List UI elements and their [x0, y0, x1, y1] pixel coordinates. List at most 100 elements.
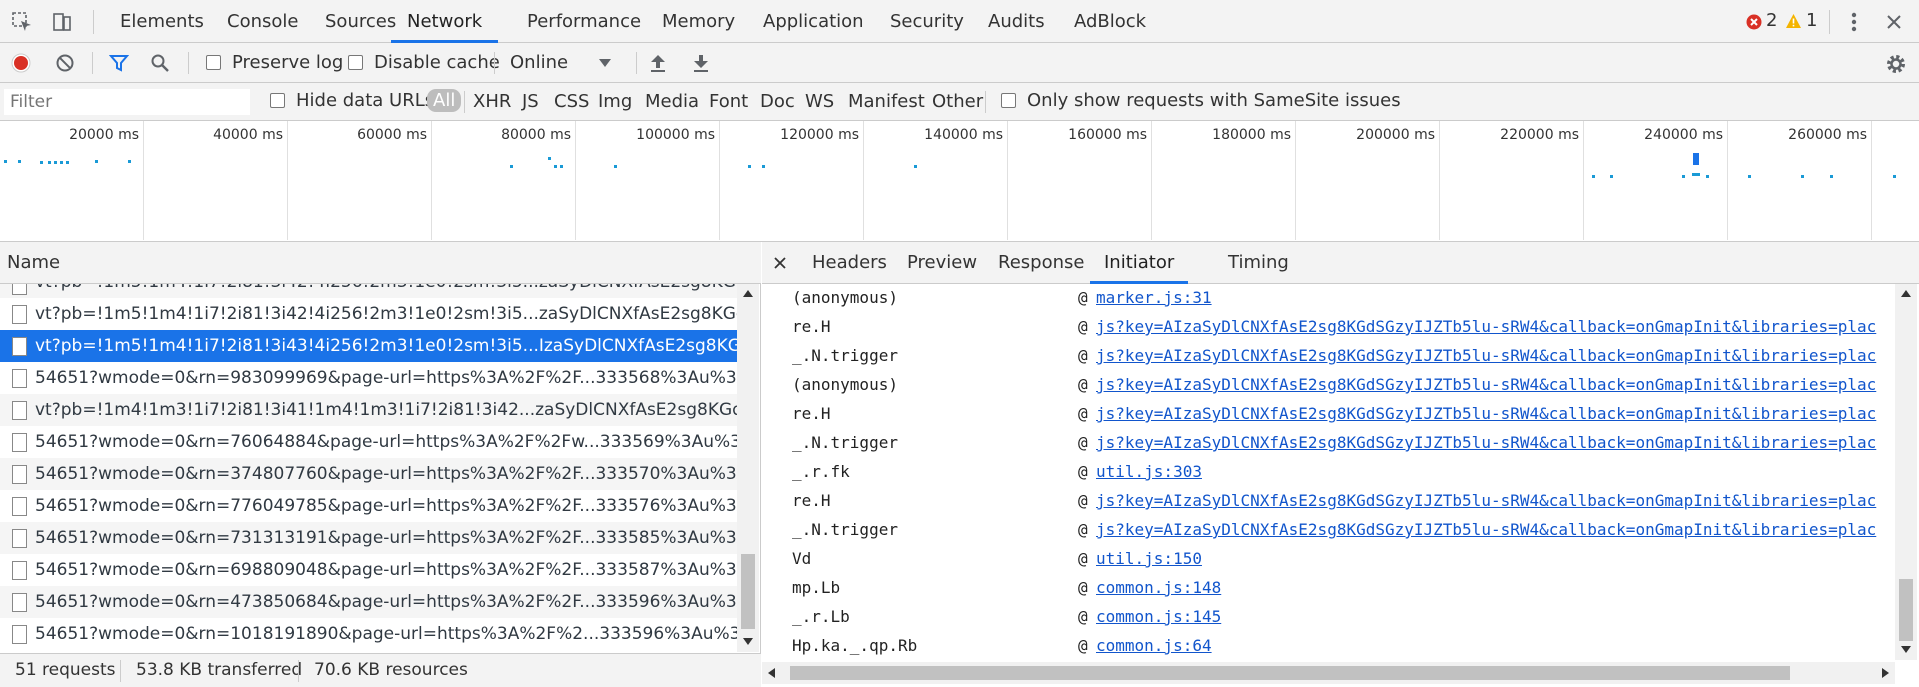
- scroll-down-icon[interactable]: [1900, 644, 1912, 654]
- scrollbar[interactable]: [1895, 284, 1917, 660]
- filter-type-all[interactable]: All: [427, 89, 462, 112]
- table-row-selected[interactable]: vt?pb=!1m5!1m4!1i7!2i81!3i43!4i256!2m3!1…: [0, 330, 737, 362]
- table-row[interactable]: 54651?wmode=0&rn=473850684&page-url=http…: [0, 586, 737, 618]
- tab-security[interactable]: Security: [890, 0, 964, 43]
- disable-cache-label[interactable]: Disable cache: [374, 52, 500, 73]
- frame-source-link[interactable]: util.js:150: [1096, 549, 1202, 568]
- scrollbar-thumb[interactable]: [741, 554, 755, 629]
- scroll-right-icon[interactable]: [1880, 668, 1890, 678]
- filter-type-xhr[interactable]: XHR: [473, 91, 511, 112]
- clear-icon[interactable]: [54, 52, 76, 74]
- column-header[interactable]: Name: [0, 242, 761, 284]
- inspect-element-icon[interactable]: [10, 10, 34, 34]
- frame-source-link[interactable]: js?key=AIzaSyDlCNXfAsE2sg8KGdSGzyIJZTb5l…: [1096, 317, 1876, 336]
- samesite-checkbox[interactable]: [1001, 93, 1016, 108]
- close-details-icon[interactable]: [772, 255, 788, 271]
- samesite-label[interactable]: Only show requests with SameSite issues: [1027, 90, 1401, 111]
- filter-icon[interactable]: [108, 52, 130, 74]
- scrollbar-thumb[interactable]: [1899, 579, 1913, 641]
- filter-type-manifest[interactable]: Manifest: [848, 91, 925, 112]
- hide-data-urls-checkbox[interactable]: [270, 93, 285, 108]
- more-options-icon[interactable]: [1844, 10, 1864, 34]
- import-har-icon[interactable]: [647, 52, 669, 74]
- scroll-up-icon[interactable]: [742, 288, 754, 298]
- filter-type-font[interactable]: Font: [709, 91, 748, 112]
- tab-audits[interactable]: Audits: [988, 0, 1045, 43]
- request-mark: [510, 165, 513, 168]
- error-count[interactable]: 2: [1766, 10, 1777, 31]
- scrollbar[interactable]: [737, 284, 759, 652]
- frame-source-link[interactable]: js?key=AIzaSyDlCNXfAsE2sg8KGdSGzyIJZTb5l…: [1096, 404, 1876, 423]
- frame-source-link[interactable]: js?key=AIzaSyDlCNXfAsE2sg8KGdSGzyIJZTb5l…: [1096, 346, 1876, 365]
- table-row[interactable]: 54651?wmode=0&rn=983099969&page-url=http…: [0, 362, 737, 394]
- preserve-log-checkbox[interactable]: [206, 55, 221, 70]
- table-row[interactable]: vt?pb=!1m5!1m4!1i7!2i81!3i42!4i256!2m3!1…: [0, 284, 737, 298]
- frame-source-link[interactable]: js?key=AIzaSyDlCNXfAsE2sg8KGdSGzyIJZTb5l…: [1096, 375, 1876, 394]
- tab-headers[interactable]: Headers: [812, 242, 887, 284]
- table-row[interactable]: 54651?wmode=0&rn=776049785&page-url=http…: [0, 490, 737, 522]
- table-row[interactable]: 54651?wmode=0&rn=731313191&page-url=http…: [0, 522, 737, 554]
- tab-timing[interactable]: Timing: [1228, 242, 1289, 284]
- frame-source-link[interactable]: util.js:303: [1096, 462, 1202, 481]
- frame-source-link[interactable]: marker.js:31: [1096, 288, 1212, 307]
- chevron-down-icon[interactable]: [598, 56, 612, 70]
- export-har-icon[interactable]: [690, 52, 712, 74]
- column-name[interactable]: Name: [7, 252, 60, 273]
- tab-response[interactable]: Response: [998, 242, 1084, 284]
- device-toolbar-icon[interactable]: [50, 10, 74, 34]
- table-row[interactable]: vt?pb=!1m5!1m4!1i7!2i81!3i42!4i256!2m3!1…: [0, 298, 737, 330]
- frame-source-link[interactable]: js?key=AIzaSyDlCNXfAsE2sg8KGdSGzyIJZTb5l…: [1096, 433, 1876, 452]
- scrollbar-thumb[interactable]: [790, 666, 1790, 680]
- gridline: [1871, 121, 1872, 240]
- filter-input[interactable]: [4, 89, 250, 115]
- table-row[interactable]: 54651?wmode=0&rn=374807760&page-url=http…: [0, 458, 737, 490]
- filter-type-doc[interactable]: Doc: [760, 91, 795, 112]
- frame-function: _.r.Lb: [792, 607, 850, 626]
- scroll-left-icon[interactable]: [766, 668, 776, 678]
- filter-type-other[interactable]: Other: [932, 91, 983, 112]
- network-overview[interactable]: 20000 ms 40000 ms 60000 ms 80000 ms 1000…: [0, 121, 1919, 242]
- preserve-log-label[interactable]: Preserve log: [232, 52, 343, 73]
- tab-application[interactable]: Application: [763, 0, 864, 43]
- tab-sources[interactable]: Sources: [325, 0, 396, 43]
- close-icon[interactable]: [1882, 10, 1906, 34]
- request-mark: [95, 160, 98, 163]
- search-icon[interactable]: [149, 52, 171, 74]
- filter-type-js[interactable]: JS: [522, 91, 539, 112]
- frame-source-link[interactable]: js?key=AIzaSyDlCNXfAsE2sg8KGdSGzyIJZTb5l…: [1096, 491, 1876, 510]
- hide-data-urls-label[interactable]: Hide data URLs: [296, 90, 434, 111]
- tab-initiator[interactable]: Initiator: [1090, 242, 1189, 284]
- stack-frame: mp.Lb @ common.js:148: [762, 574, 1892, 603]
- scroll-down-icon[interactable]: [742, 636, 754, 646]
- at-sign: @: [1078, 317, 1088, 336]
- disable-cache-checkbox[interactable]: [348, 55, 363, 70]
- gear-icon[interactable]: [1884, 52, 1908, 76]
- warning-count[interactable]: 1: [1806, 10, 1817, 31]
- tab-adblock[interactable]: AdBlock: [1074, 0, 1146, 43]
- scroll-up-icon[interactable]: [1900, 288, 1912, 298]
- tab-network[interactable]: Network: [391, 0, 499, 43]
- filter-type-css[interactable]: CSS: [554, 91, 589, 112]
- filter-type-ws[interactable]: WS: [805, 91, 834, 112]
- throttling-select[interactable]: Online: [510, 52, 568, 73]
- warning-icon[interactable]: [1784, 12, 1802, 30]
- tab-preview[interactable]: Preview: [907, 242, 977, 284]
- frame-source-link[interactable]: common.js:148: [1096, 578, 1221, 597]
- tab-performance[interactable]: Performance: [527, 0, 641, 43]
- table-row[interactable]: 54651?wmode=0&rn=76064884&page-url=https…: [0, 426, 737, 458]
- frame-source-link[interactable]: common.js:145: [1096, 607, 1221, 626]
- filter-type-img[interactable]: Img: [598, 91, 632, 112]
- table-row[interactable]: 54651?wmode=0&rn=1018191890&page-url=htt…: [0, 618, 737, 650]
- filter-type-media[interactable]: Media: [645, 91, 699, 112]
- table-row[interactable]: vt?pb=!1m4!1m3!1i7!2i81!3i41!1m4!1m3!1i7…: [0, 394, 737, 426]
- frame-source-link[interactable]: js?key=AIzaSyDlCNXfAsE2sg8KGdSGzyIJZTb5l…: [1096, 520, 1876, 539]
- tab-console[interactable]: Console: [227, 0, 298, 43]
- error-icon[interactable]: [1745, 13, 1762, 30]
- record-icon[interactable]: [10, 52, 32, 74]
- tab-elements[interactable]: Elements: [120, 0, 204, 43]
- at-sign: @: [1078, 607, 1088, 626]
- frame-source-link[interactable]: common.js:64: [1096, 636, 1212, 655]
- table-row[interactable]: 54651?wmode=0&rn=698809048&page-url=http…: [0, 554, 737, 586]
- horizontal-scrollbar[interactable]: [762, 662, 1895, 684]
- tab-memory[interactable]: Memory: [662, 0, 735, 43]
